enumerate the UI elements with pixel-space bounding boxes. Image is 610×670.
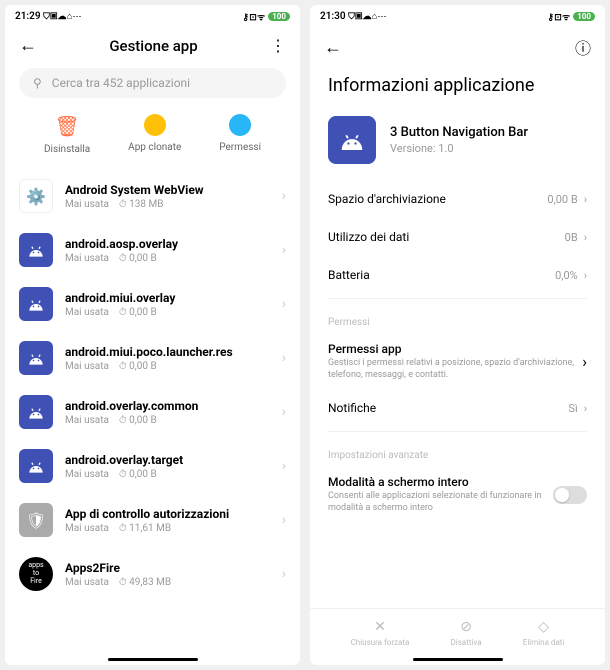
app-row[interactable]: appstoFireApps2FireMai usata⏱ 49,83 MB›	[5, 547, 300, 601]
app-name: Apps2Fire	[65, 561, 270, 575]
storage-row[interactable]: Spazio d'archiviazione 0,00 B›	[310, 180, 605, 218]
disable-button[interactable]: ⊘Disattiva	[451, 619, 482, 647]
app-row[interactable]: 🛡App di controllo autorizzazioniMai usat…	[5, 493, 300, 547]
chevron-right-icon: ›	[582, 352, 587, 371]
app-row[interactable]: android.overlay.commonMai usata⏱ 0,00 B›	[5, 385, 300, 439]
app-name: App di controllo autorizzazioni	[65, 507, 270, 521]
app-name: 3 Button Navigation Bar	[390, 125, 528, 140]
phone-left: 21:29 ⛉ ▣ ☁ ⌂ ⋯ ⚷ ⊡ ᯤ100 ← Gestione app …	[5, 5, 300, 665]
menu-icon[interactable]: ⋮	[270, 36, 286, 55]
search-input[interactable]: ⚲ Cerca tra 452 applicazioni	[19, 68, 286, 98]
force-stop-button[interactable]: ✕Chiusura forzata	[351, 619, 410, 647]
app-row[interactable]: ⚙️Android System WebViewMai usata⏱ 138 M…	[5, 169, 300, 223]
home-indicator[interactable]	[413, 658, 503, 661]
perms-app-row[interactable]: Permessi app Gestisci i permessi relativ…	[310, 334, 605, 389]
app-row[interactable]: android.miui.overlayMai usata⏱ 0,00 B›	[5, 277, 300, 331]
app-name: android.miui.overlay	[65, 291, 270, 305]
header: ← Gestione app ⋮	[5, 27, 300, 64]
home-indicator[interactable]	[108, 658, 198, 661]
page-title: Gestione app	[49, 37, 258, 55]
app-header: 3 Button Navigation Bar Versione: 1.0	[310, 110, 605, 180]
chevron-right-icon: ›	[584, 231, 587, 244]
app-version: Versione: 1.0	[390, 142, 528, 155]
close-icon: ✕	[374, 619, 386, 635]
section-perms: Permessi	[310, 303, 605, 334]
app-name: android.overlay.target	[65, 453, 270, 467]
chevron-right-icon: ›	[282, 458, 286, 474]
app-name: android.miui.poco.launcher.res	[65, 345, 270, 359]
search-icon: ⚲	[33, 76, 42, 90]
chevron-right-icon: ›	[282, 404, 286, 420]
chevron-right-icon: ›	[282, 296, 286, 312]
chevron-right-icon: ›	[584, 402, 587, 415]
fullscreen-toggle[interactable]	[553, 486, 587, 504]
app-row[interactable]: android.aosp.overlayMai usata⏱ 0,00 B›	[5, 223, 300, 277]
app-list: ⚙️Android System WebViewMai usata⏱ 138 M…	[5, 169, 300, 665]
clone-button[interactable]: App clonate	[128, 114, 181, 155]
app-icon	[328, 116, 376, 164]
app-name: Android System WebView	[65, 183, 270, 197]
trash-icon: 🗑	[54, 114, 79, 138]
app-name: android.overlay.common	[65, 399, 270, 413]
bottom-bar: ✕Chiusura forzata ⊘Disattiva ◇Elimina da…	[310, 608, 605, 665]
quick-actions: 🗑 Disinstalla App clonate Permessi	[5, 108, 300, 169]
uninstall-button[interactable]: 🗑 Disinstalla	[44, 114, 90, 155]
app-name: android.aosp.overlay	[65, 237, 270, 251]
statusbar: 21:29 ⛉ ▣ ☁ ⌂ ⋯ ⚷ ⊡ ᯤ100	[5, 5, 300, 27]
chevron-right-icon: ›	[584, 193, 587, 206]
chevron-right-icon: ›	[282, 188, 286, 204]
page-title: Informazioni applicazione	[310, 67, 605, 110]
phone-right: 21:30 ⛉ ▣ ☁ ⌂ ⋯ ⚷ ⊡ ᯤ100 ← ⓘ Informazion…	[310, 5, 605, 665]
perms-button[interactable]: Permessi	[219, 114, 261, 155]
chevron-right-icon: ›	[584, 269, 587, 282]
app-row[interactable]: android.overlay.targetMai usata⏱ 0,00 B›	[5, 439, 300, 493]
chevron-right-icon: ›	[282, 566, 286, 582]
section-advanced: Impostazioni avanzate	[310, 436, 605, 467]
fullscreen-row[interactable]: Modalità a schermo intero Consenti alle …	[310, 467, 605, 522]
chevron-right-icon: ›	[282, 242, 286, 258]
clear-icon: ◇	[538, 619, 549, 635]
statusbar: 21:30 ⛉ ▣ ☁ ⌂ ⋯ ⚷ ⊡ ᯤ100	[310, 5, 605, 27]
chevron-right-icon: ›	[282, 350, 286, 366]
header: ← ⓘ	[310, 27, 605, 67]
chevron-right-icon: ›	[282, 512, 286, 528]
clone-icon	[144, 114, 166, 136]
back-icon[interactable]: ←	[324, 37, 342, 58]
back-icon[interactable]: ←	[19, 35, 37, 56]
battery-row[interactable]: Batteria 0,0%›	[310, 256, 605, 294]
perms-icon	[229, 114, 251, 136]
info-icon[interactable]: ⓘ	[575, 35, 591, 59]
notifications-row[interactable]: Notifiche Sì›	[310, 389, 605, 427]
disable-icon: ⊘	[460, 619, 472, 635]
data-usage-row[interactable]: Utilizzo dei dati 0B›	[310, 218, 605, 256]
clear-data-button[interactable]: ◇Elimina dati	[523, 619, 565, 647]
app-row[interactable]: android.miui.poco.launcher.resMai usata⏱…	[5, 331, 300, 385]
